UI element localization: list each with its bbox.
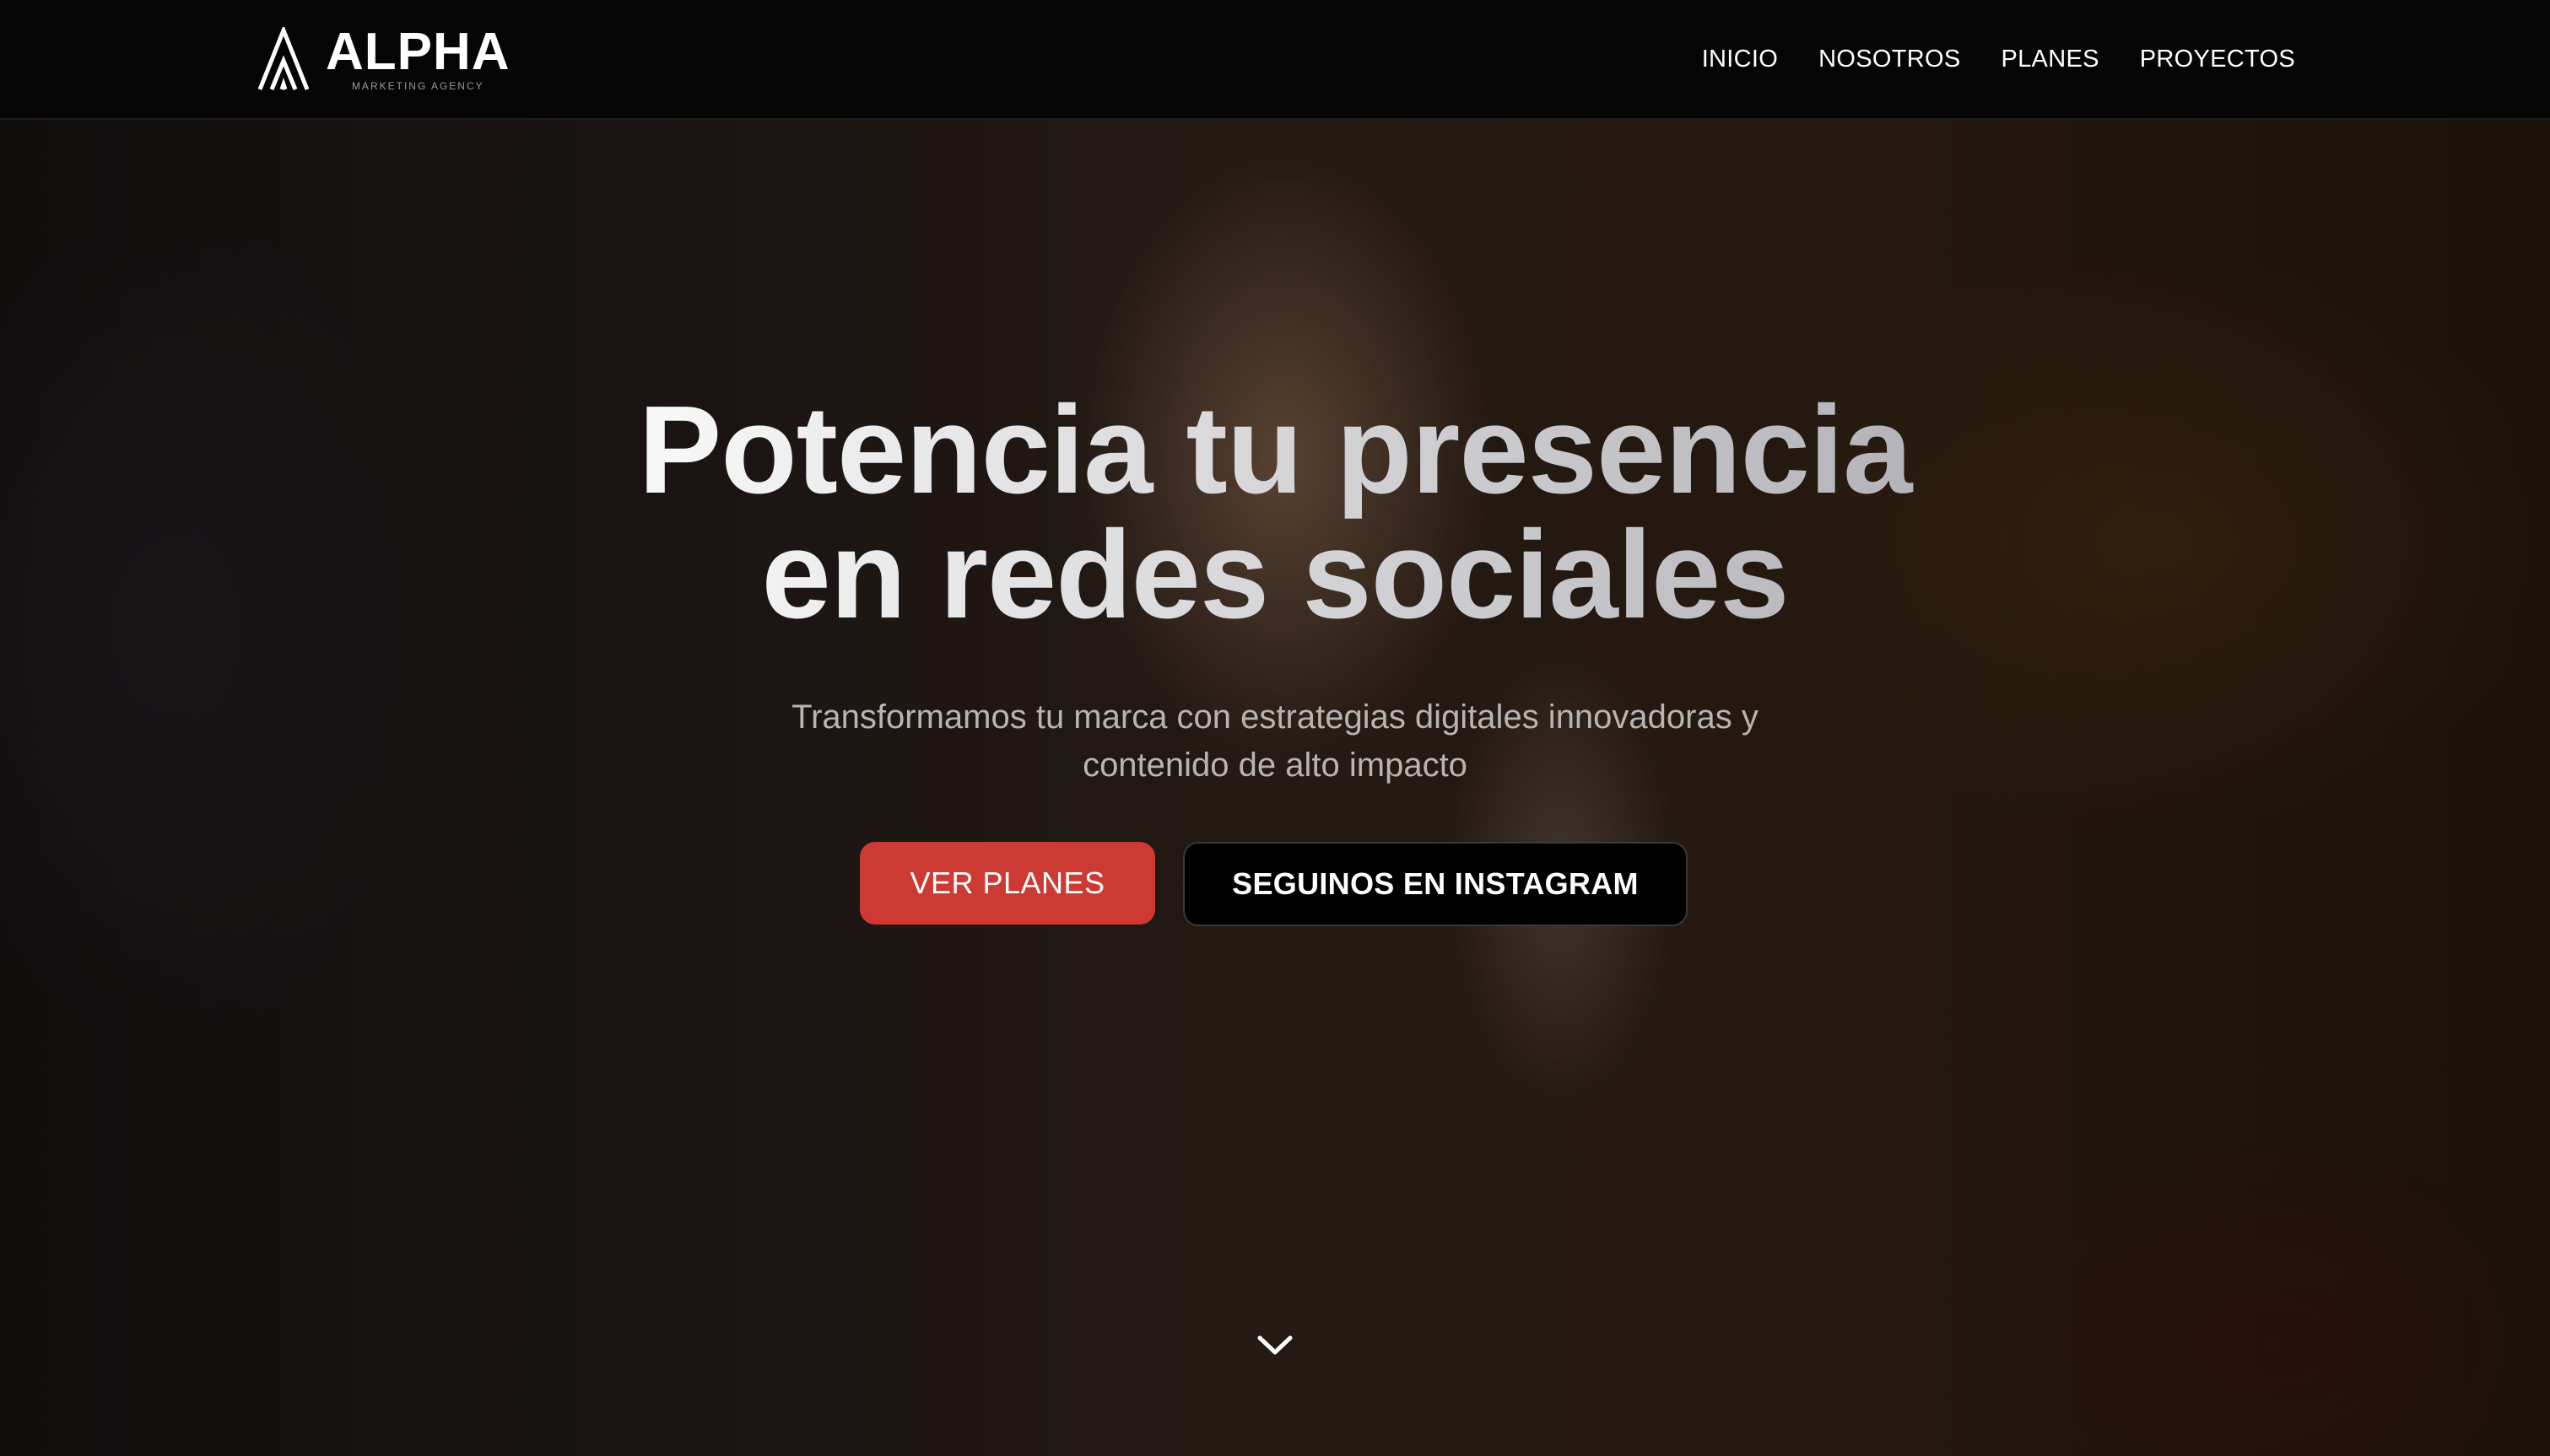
brand-text: ALPHA MARKETING AGENCY <box>326 23 511 93</box>
nav-item-nosotros[interactable]: NOSOTROS <box>1818 42 1960 76</box>
chevron-down-icon[interactable] <box>1256 1331 1294 1358</box>
page: ALPHA MARKETING AGENCY INICIO NOSOTROS P… <box>0 0 2550 1456</box>
nav-item-planes[interactable]: PLANES <box>2001 42 2099 76</box>
brand-logo[interactable]: ALPHA MARKETING AGENCY <box>257 25 511 93</box>
hero-subtitle: Transformamos tu marca con estrategias d… <box>791 698 1759 784</box>
brand-name: ALPHA <box>326 23 511 81</box>
hero-headline: Potencia tu presencia en redes sociales <box>0 388 2550 638</box>
brand-tagline: MARKETING AGENCY <box>351 80 484 92</box>
hero-headline-line2: en redes sociales <box>761 505 1789 644</box>
nav-item-proyectos[interactable]: PROYECTOS <box>2140 42 2295 76</box>
main-nav: INICIO NOSOTROS PLANES PROYECTOS <box>1702 42 2295 76</box>
instagram-button[interactable]: SEGUINOS EN INSTAGRAM <box>1183 842 1688 926</box>
alpha-logo-icon <box>257 27 310 90</box>
navbar: ALPHA MARKETING AGENCY INICIO NOSOTROS P… <box>0 0 2550 120</box>
ver-planes-button[interactable]: VER PLANES <box>860 842 1155 925</box>
nav-item-inicio[interactable]: INICIO <box>1702 42 1778 76</box>
hero-headline-line1: Potencia tu presencia <box>638 380 1912 520</box>
